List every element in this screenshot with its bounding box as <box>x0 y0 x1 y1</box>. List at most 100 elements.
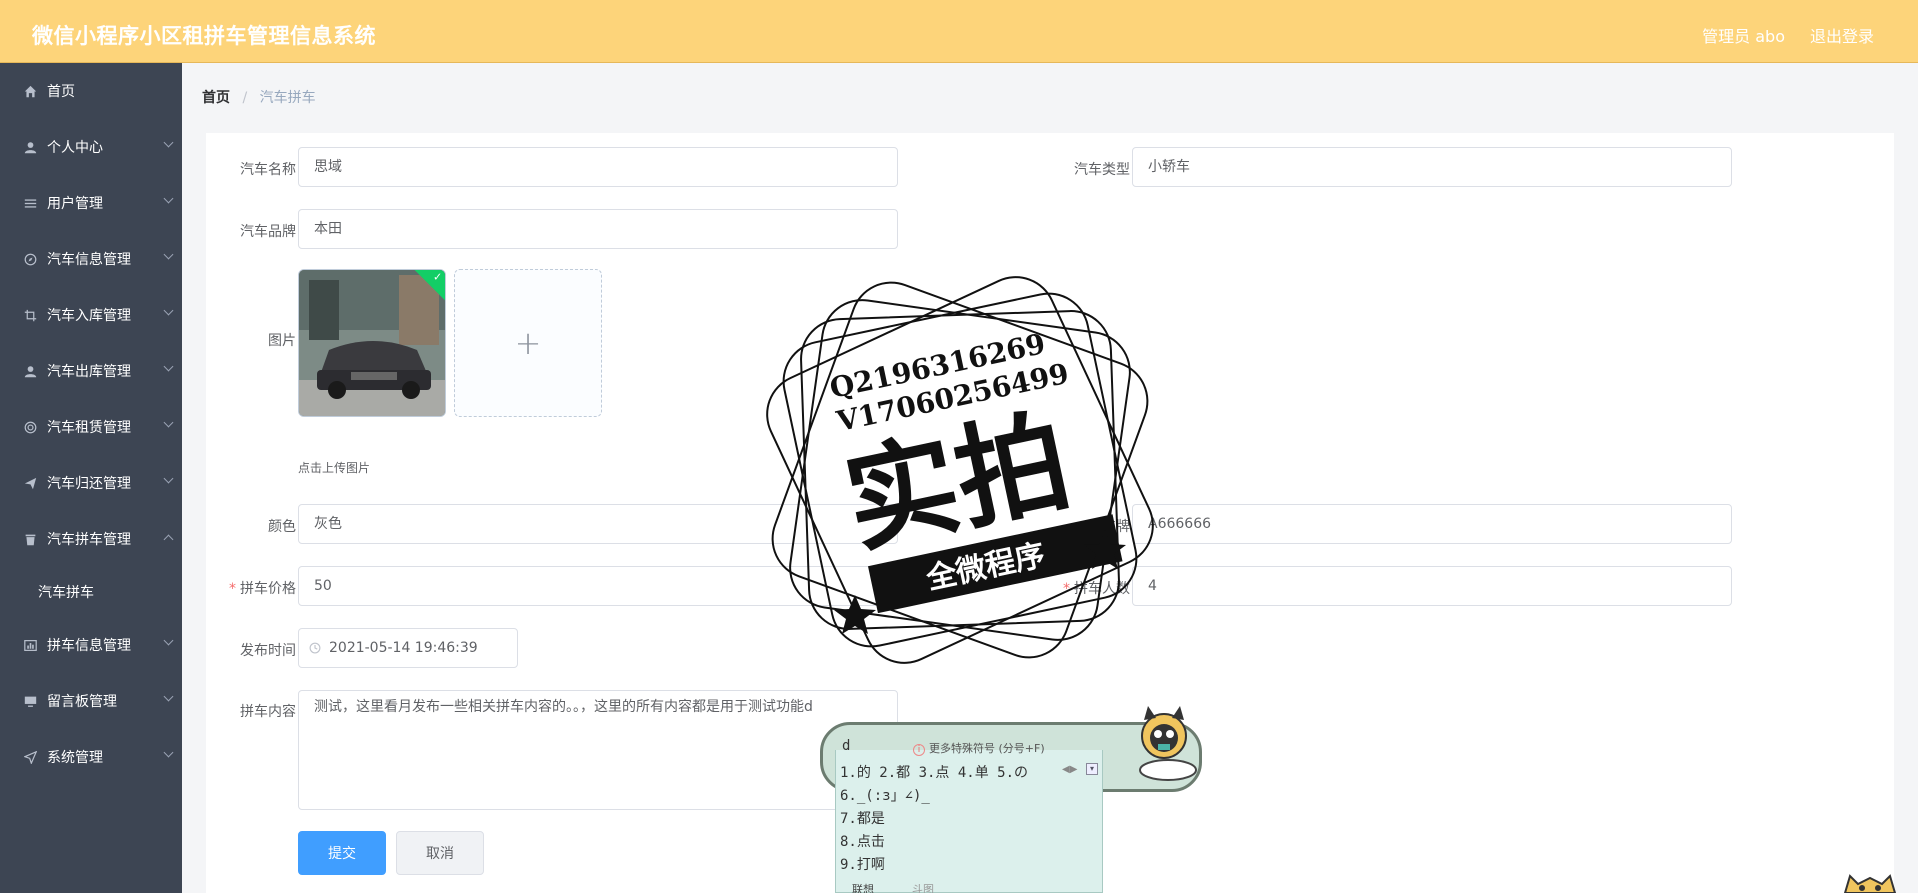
car-type-label: 汽车类型 <box>1074 162 1130 178</box>
chevron-down-icon <box>163 361 174 372</box>
content-label: 拼车内容 <box>240 704 296 720</box>
plus-icon: + <box>514 324 542 362</box>
sidebar-item-label: 汽车入库管理 <box>47 308 131 324</box>
sidebar-item-label: 用户管理 <box>47 196 103 212</box>
sidebar-item-car-return[interactable]: 汽车归还管理 <box>0 455 182 511</box>
ime-input-text: d <box>842 738 851 754</box>
send-icon <box>22 475 38 491</box>
chevron-down-icon <box>163 691 174 702</box>
car-photo-image <box>299 270 445 416</box>
crop-icon <box>22 307 38 323</box>
ime-candidate-7[interactable]: 7.都是 <box>840 808 885 828</box>
people-field[interactable]: 4 <box>1132 566 1732 606</box>
sidebar-item-system[interactable]: 系统管理 <box>0 729 182 785</box>
chevron-down-icon <box>163 473 174 484</box>
people-label: * 拼车人数 <box>1040 578 1130 598</box>
car-brand-field[interactable]: 本田 <box>298 209 898 249</box>
sidebar-item-carpool-mgmt[interactable]: 汽车拼车管理 <box>0 511 182 567</box>
breadcrumb-current: 汽车拼车 <box>259 90 316 106</box>
sidebar-item-car-out[interactable]: 汽车出库管理 <box>0 343 182 399</box>
publish-time-field[interactable]: 2021-05-14 19:46:39 <box>298 628 518 668</box>
logout-link[interactable]: 退出登录 <box>1810 23 1874 47</box>
corner-mascot-icon <box>1843 874 1897 893</box>
price-label-text: 拼车价格 <box>240 581 296 597</box>
ime-candidate-9[interactable]: 9.打啊 <box>840 854 885 874</box>
ime-hint-text: 更多特殊符号 (分号+F) <box>929 742 1045 755</box>
publish-time-value: 2021-05-14 19:46:39 <box>329 640 478 656</box>
sidebar-item-label: 拼车信息管理 <box>47 638 131 654</box>
ime-tab-association[interactable]: 联想 <box>852 881 874 893</box>
sidebar-item-car-rent[interactable]: 汽车租赁管理 <box>0 399 182 455</box>
plate-field[interactable]: A666666 <box>1132 504 1732 544</box>
people-label-text: 拼车人数 <box>1074 581 1130 597</box>
car-image-thumbnail[interactable]: ✓ <box>298 269 446 417</box>
chevron-down-icon <box>163 137 174 148</box>
required-mark: * <box>1063 581 1070 597</box>
car-brand-label: 汽车品牌 <box>240 224 296 240</box>
breadcrumb-home[interactable]: 首页 <box>202 90 230 106</box>
car-name-label: 汽车名称 <box>240 162 296 178</box>
breadcrumb-separator: / <box>242 90 248 106</box>
home-icon <box>22 83 38 99</box>
time-label: 发布时间 <box>240 643 296 659</box>
circle-icon <box>22 419 38 435</box>
plate-label: 车牌 <box>1102 519 1130 535</box>
top-header: 微信小程序小区租拼车管理信息系统 管理员 abo 退出登录 <box>0 0 1918 63</box>
chevron-down-icon <box>163 249 174 260</box>
chevron-up-icon <box>163 534 174 545</box>
sidebar-item-profile[interactable]: 个人中心 <box>0 119 182 175</box>
sidebar-item-carpool-info[interactable]: 拼车信息管理 <box>0 617 182 673</box>
check-icon: ✓ <box>433 270 443 284</box>
add-image-button[interactable]: + <box>454 269 602 417</box>
ime-candidate-row[interactable]: 1.的 2.都 3.点 4.单 5.の <box>840 762 1028 782</box>
sidebar-item-users[interactable]: 用户管理 <box>0 175 182 231</box>
sidebar-item-home[interactable]: 首页 <box>0 63 182 119</box>
sidebar-item-car-in[interactable]: 汽车入库管理 <box>0 287 182 343</box>
submit-button[interactable]: 提交 <box>298 831 386 875</box>
breadcrumb: 首页 / 汽车拼车 <box>202 87 316 107</box>
sidebar-subitem-carpool[interactable]: 汽车拼车 <box>0 567 182 617</box>
sidebar-item-message-board[interactable]: 留言板管理 <box>0 673 182 729</box>
compass-icon <box>22 251 38 267</box>
chevron-down-icon <box>163 193 174 204</box>
info-icon: i <box>913 744 925 756</box>
chevron-down-icon <box>163 305 174 316</box>
user-icon <box>22 139 38 155</box>
required-mark: * <box>229 581 236 597</box>
ime-candidate-8[interactable]: 8.点击 <box>840 831 885 851</box>
price-field[interactable]: 50 <box>298 566 898 606</box>
ime-tab-sticker[interactable]: 斗图 <box>912 881 934 893</box>
sidebar-subitem-label: 汽车拼车 <box>38 585 94 601</box>
content-textarea[interactable]: 测试，这里看月发布一些相关拼车内容的。。，这里的所有内容都是用于测试功能d <box>298 690 898 810</box>
trash-icon <box>22 531 38 547</box>
chevron-down-icon <box>163 417 174 428</box>
cancel-button[interactable]: 取消 <box>396 831 484 875</box>
color-label: 颜色 <box>268 519 296 535</box>
chevron-down-icon <box>163 635 174 646</box>
ime-mascot-cat-icon <box>1139 706 1197 781</box>
price-label: * 拼车价格 <box>206 578 296 598</box>
car-name-field[interactable]: 思域 <box>298 147 898 187</box>
chart-icon <box>22 637 38 653</box>
chevron-down-icon <box>163 747 174 758</box>
sidebar: 首页 个人中心 用户管理 汽车信息管理 汽车入库管理 汽车出库管理 汽车租赁管理… <box>0 63 182 893</box>
image-label: 图片 <box>268 333 296 349</box>
sidebar-item-label: 汽车信息管理 <box>47 252 131 268</box>
list-icon <box>22 195 38 211</box>
ime-expand-icon[interactable]: ▾ <box>1086 763 1098 775</box>
ime-candidate-6[interactable]: 6._(:з」∠)_ <box>840 785 930 805</box>
car-type-field[interactable]: 小轿车 <box>1132 147 1732 187</box>
monitor-icon <box>22 693 38 709</box>
sidebar-item-label: 汽车归还管理 <box>47 476 131 492</box>
sidebar-item-label: 系统管理 <box>47 750 103 766</box>
sidebar-item-label: 汽车租赁管理 <box>47 420 131 436</box>
color-field[interactable]: 灰色 <box>298 504 898 544</box>
sidebar-item-car-info[interactable]: 汽车信息管理 <box>0 231 182 287</box>
sidebar-item-label: 个人中心 <box>47 140 103 156</box>
ime-hint: i 更多特殊符号 (分号+F) <box>913 740 1045 756</box>
sidebar-item-label: 首页 <box>47 84 75 100</box>
sidebar-item-label: 留言板管理 <box>47 694 117 710</box>
ime-page-arrows-icon[interactable]: ◀▶ <box>1062 764 1077 775</box>
navigation-icon <box>22 749 38 765</box>
admin-name: 管理员 abo <box>1702 27 1785 46</box>
